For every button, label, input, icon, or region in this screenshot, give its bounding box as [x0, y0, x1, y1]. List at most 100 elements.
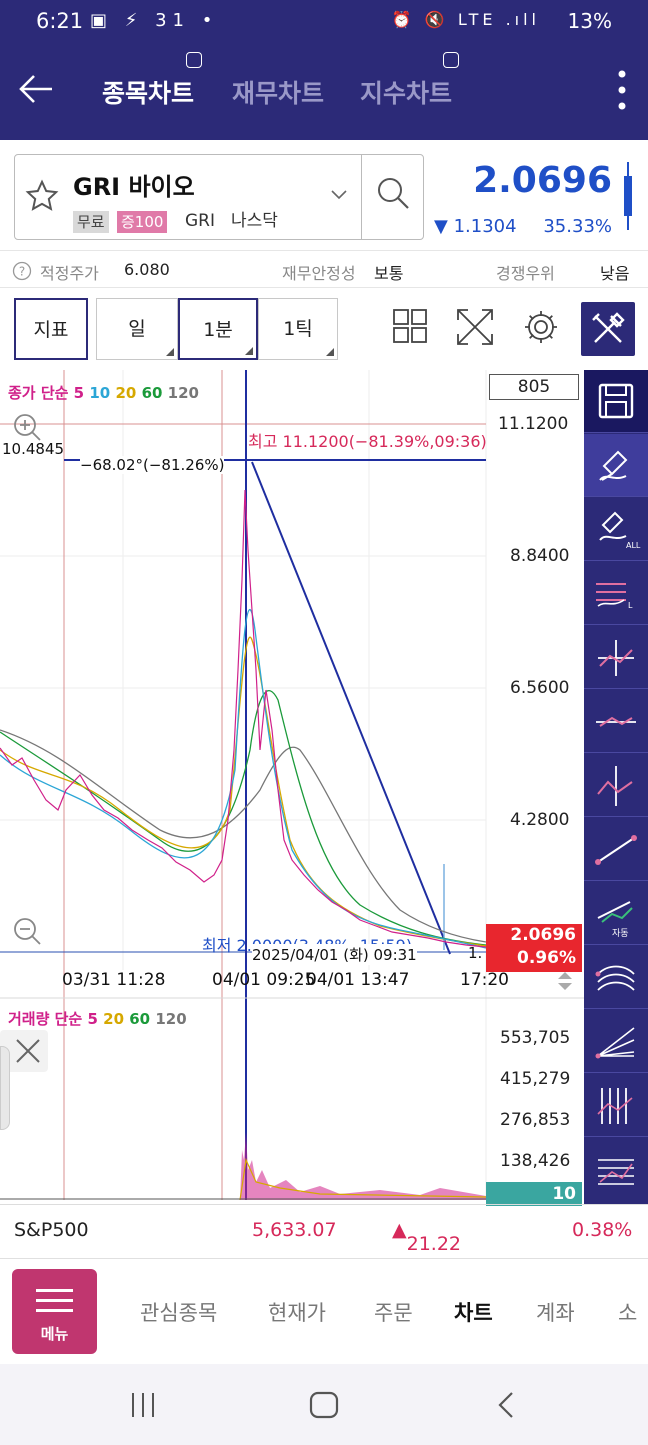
fin-stability-label: 재무안정성 — [282, 264, 356, 283]
search-icon[interactable] — [375, 175, 411, 211]
save-drawing-button[interactable] — [584, 370, 648, 433]
grid-layout-icon[interactable] — [392, 308, 432, 348]
arc-line-icon — [595, 965, 635, 991]
drawing-tools-button[interactable] — [581, 302, 635, 356]
menu-label: 메뉴 — [40, 1325, 69, 1343]
price-legend: 종가 단순 5 10 20 60 120 — [8, 382, 199, 403]
horizontal-line-button[interactable] — [584, 690, 648, 753]
margin-tag: 증100 — [117, 211, 168, 233]
fan-line-button[interactable] — [584, 1010, 648, 1073]
price-legend-period-20: 20 — [115, 384, 142, 402]
price-change-value: 1.1304 — [453, 216, 517, 237]
hcl-lines-icon: L — [596, 583, 633, 610]
nav-order[interactable]: 주문 — [374, 1297, 413, 1327]
period-minute-button[interactable]: 1분 — [178, 298, 258, 360]
status-time: 6:21 — [36, 9, 84, 33]
eraser-icon — [599, 450, 628, 481]
volume-legend-periods: 5 20 60 120 — [87, 1010, 186, 1028]
indicator-button[interactable]: 지표 — [14, 298, 88, 360]
cycle-line-button[interactable] — [584, 1074, 648, 1137]
drawing-sidebar: ALL L 자동 — [584, 370, 648, 1204]
index-value: 5,633.07 — [252, 1219, 337, 1241]
angle-label: −68.02°(−81.26%) — [80, 456, 225, 474]
cross-line-icon — [598, 640, 634, 676]
fibonacci-button[interactable] — [584, 1138, 648, 1201]
nav-watchlist[interactable]: 관심종목 — [140, 1297, 217, 1327]
tick-label: 1틱 — [283, 318, 313, 340]
x-label-4: 17:20 — [460, 970, 509, 990]
tab-stock-chart[interactable]: 종목차트 — [102, 74, 194, 110]
period-day-button[interactable]: 일 — [96, 298, 178, 360]
last-price-percent: 0.96% — [517, 948, 576, 968]
fullscreen-icon[interactable] — [456, 308, 496, 348]
tools-icon — [592, 312, 625, 343]
erase-all-button[interactable]: ALL — [584, 498, 648, 561]
zoom-out-icon[interactable] — [12, 916, 42, 950]
volume-legend-period-20: 20 — [103, 1010, 130, 1028]
auto-trend-button[interactable]: 자동 — [584, 882, 648, 945]
price-chart[interactable]: 종가 단순 5 10 20 60 120 805 10.4845 최고 11.1… — [0, 370, 584, 1206]
period-tick-button[interactable]: 1틱 — [258, 298, 338, 360]
trend-line — [251, 461, 451, 955]
chevron-down-icon[interactable] — [331, 185, 347, 204]
nav-current-price[interactable]: 현재가 — [268, 1297, 326, 1327]
volume-legend-period-120: 120 — [155, 1010, 187, 1028]
recent-apps-icon[interactable] — [128, 1390, 158, 1424]
menu-button[interactable]: 메뉴 — [12, 1269, 97, 1354]
nav-more[interactable]: 소 — [618, 1297, 637, 1327]
data-count-box[interactable]: 805 — [489, 374, 579, 400]
y-label-4: 4.2800 — [510, 810, 570, 830]
home-icon[interactable] — [308, 1390, 340, 1424]
back-nav-icon[interactable] — [496, 1390, 516, 1424]
volume-y-label-1: 553,705 — [500, 1028, 571, 1048]
back-arrow-icon[interactable] — [18, 70, 56, 114]
price-legend-period-60: 60 — [141, 384, 168, 402]
close-price-line — [0, 489, 487, 948]
minute-label: 1분 — [203, 319, 233, 341]
y-label-2: 8.8400 — [510, 546, 570, 566]
eraser-button[interactable] — [584, 434, 648, 497]
x-label-2: 04/01 09:25 — [212, 970, 316, 990]
volume-y-label-3: 276,853 — [500, 1110, 571, 1130]
favorite-star-icon[interactable] — [25, 179, 59, 222]
question-icon[interactable]: ? — [12, 260, 32, 285]
vertical-line-button[interactable] — [584, 754, 648, 817]
tab-index-chart[interactable]: 지수차트 — [360, 74, 452, 110]
more-menu-icon[interactable] — [616, 68, 628, 112]
battery-level: 13% — [567, 9, 612, 33]
horizontal-line-icon — [596, 716, 636, 727]
arc-line-button[interactable] — [584, 946, 648, 1009]
price-change: ▼ 1.1304 — [434, 216, 517, 237]
market-index-row[interactable]: S&P500 5,633.07 ▲ 21.22 0.38% — [0, 1204, 648, 1256]
price-legend-period-5: 5 — [73, 384, 90, 402]
indicator-label: 지표 — [33, 319, 69, 341]
last-price-value: 2.0696 — [510, 925, 576, 945]
auto-trend-icon: 자동 — [597, 901, 633, 939]
stock-selector[interactable]: GRI 바이오 무료 증100 GRI 나스닥 — [14, 154, 424, 240]
last-price-badge: 2.0696 0.96% — [486, 924, 582, 972]
session-lines — [0, 370, 486, 1200]
nav-account[interactable]: 계좌 — [536, 1297, 575, 1327]
pane-resize-icon[interactable] — [556, 970, 574, 996]
bottom-navigation: 메뉴 관심종목 현재가 주문 차트 계좌 소 — [0, 1258, 648, 1364]
chart-canvas — [0, 370, 584, 1201]
index-change: ▲ 21.22 — [392, 1219, 462, 1255]
price-legend-periods: 5 10 20 60 120 — [74, 384, 199, 402]
hcl-lines-button[interactable]: L — [584, 562, 648, 625]
candle-icon — [624, 162, 632, 230]
last-volume-badge: 10 — [486, 1182, 582, 1206]
tab-finance-chart[interactable]: 재무차트 — [232, 74, 324, 110]
side-drawer-handle[interactable] — [0, 1046, 10, 1130]
nav-chart[interactable]: 차트 — [454, 1297, 493, 1327]
notification-icons: ▣ ⚡ 31 • — [90, 10, 219, 31]
save-icon — [598, 383, 634, 419]
market-name: 나스닥 — [231, 211, 278, 231]
trend-line-button[interactable] — [584, 818, 648, 881]
index-name: S&P500 — [14, 1219, 89, 1241]
stock-name: GRI 바이오 — [73, 173, 195, 201]
high-label: 최고 11.1200(−81.39%,09:36) — [248, 432, 487, 451]
price-legend-period-120: 120 — [167, 384, 199, 402]
crosshair-date: 2025/04/01 (화) 09:31 — [252, 944, 417, 965]
cross-line-button[interactable] — [584, 626, 648, 689]
settings-gear-icon[interactable] — [522, 308, 562, 348]
